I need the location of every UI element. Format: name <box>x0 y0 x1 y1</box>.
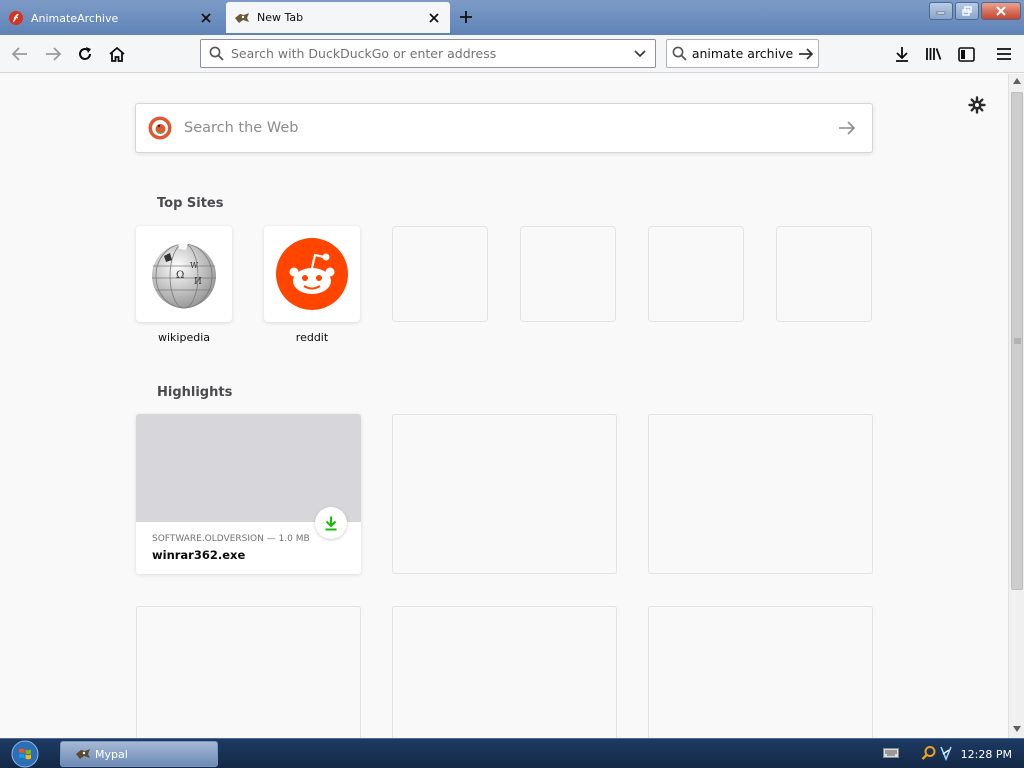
restore-button[interactable] <box>955 2 979 20</box>
reddit-logo-icon <box>276 238 348 310</box>
tab-animatearchive[interactable]: AnimateArchive <box>0 3 222 33</box>
sidebar-button[interactable] <box>952 40 980 68</box>
minimize-icon <box>936 11 946 15</box>
download-icon <box>315 507 347 539</box>
taskbar-app-label: Mypal <box>95 747 128 761</box>
highlight-empty-slot <box>392 414 617 574</box>
top-site-empty-slot[interactable] <box>520 226 616 322</box>
hamburger-menu-icon <box>997 48 1011 60</box>
svg-text:И: И <box>194 277 202 287</box>
home-icon <box>109 46 125 62</box>
highlight-thumbnail <box>136 414 361 522</box>
title-bar: AnimateArchive New Tab <box>0 0 1024 35</box>
highlight-empty-slot <box>136 606 361 738</box>
forward-arrow-icon <box>46 47 62 61</box>
downloads-button[interactable] <box>888 40 916 68</box>
back-arrow-icon <box>11 47 27 61</box>
scrollbar-thumb[interactable] <box>1011 92 1023 590</box>
library-button[interactable] <box>920 40 948 68</box>
new-tab-button[interactable] <box>454 5 478 29</box>
search-tray-icon[interactable] <box>921 745 937 764</box>
scroll-up-icon[interactable] <box>1013 78 1021 84</box>
reload-icon <box>79 47 91 60</box>
search-query[interactable]: animate archive <box>692 46 793 61</box>
flash-icon <box>8 10 24 26</box>
wikipedia-globe-icon: Ω W И <box>152 242 216 309</box>
gear-icon <box>968 96 986 114</box>
svg-text:W: W <box>190 261 199 270</box>
taskbar: Mypal 12:28 PM <box>0 738 1024 768</box>
mypal-icon <box>76 749 90 759</box>
restore-icon <box>962 6 972 16</box>
start-button[interactable] <box>8 739 42 768</box>
keyboard-icon[interactable] <box>882 747 899 761</box>
highlight-empty-slot <box>648 606 873 738</box>
sidebar-icon <box>957 46 975 62</box>
top-site-empty-slot[interactable] <box>648 226 744 322</box>
duckduckgo-icon <box>136 104 184 152</box>
tab-new-tab[interactable]: New Tab <box>226 2 450 33</box>
home-button[interactable] <box>103 40 131 68</box>
top-site-reddit[interactable] <box>264 226 360 322</box>
chevron-down-icon[interactable] <box>625 40 655 67</box>
highlight-empty-slot <box>392 606 617 738</box>
navigation-toolbar: animate archive <box>0 35 1024 73</box>
top-site-label: wikipedia <box>157 331 210 344</box>
reload-button[interactable] <box>71 40 99 68</box>
scroll-down-icon[interactable] <box>1013 726 1021 732</box>
library-icon <box>926 48 942 60</box>
top-site-wikipedia[interactable]: Ω W И <box>136 226 232 322</box>
vertical-scrollbar[interactable] <box>1008 74 1024 738</box>
highlight-filename: winrar362.exe <box>152 548 246 562</box>
grip-icon <box>1014 338 1021 344</box>
window-controls <box>929 2 1021 20</box>
back-button[interactable] <box>6 40 34 68</box>
taskbar-clock[interactable]: 12:28 PM <box>961 748 1012 761</box>
close-tab-icon[interactable] <box>424 8 444 28</box>
highlight-empty-slot <box>648 414 873 574</box>
system-tray: 12:28 PM <box>882 739 1024 768</box>
top-sites-heading: Top Sites <box>157 196 224 211</box>
page-settings-button[interactable] <box>966 94 988 116</box>
windows-start-icon <box>11 740 39 768</box>
go-arrow-icon[interactable] <box>793 40 818 67</box>
mypal-icon <box>234 10 250 26</box>
svg-text:Ω: Ω <box>176 270 184 281</box>
plus-icon <box>460 11 472 23</box>
top-site-empty-slot[interactable] <box>392 226 488 322</box>
top-site-label: reddit <box>295 331 329 344</box>
search-icon <box>667 40 692 67</box>
new-tab-page: Top Sites Ω W И wikipedia reddit <box>0 74 1008 738</box>
top-site-empty-slot[interactable] <box>776 226 872 322</box>
tab-title: New Tab <box>257 11 304 24</box>
close-tab-icon[interactable] <box>196 8 216 28</box>
highlight-source: SOFTWARE.OLDVERSION — 1.0 MB <box>152 534 310 544</box>
menu-button[interactable] <box>990 40 1018 68</box>
search-bar[interactable]: animate archive <box>666 39 819 68</box>
search-submit-arrow-icon[interactable] <box>822 104 872 152</box>
taskbar-app-mypal[interactable]: Mypal <box>60 741 218 767</box>
network-icon[interactable] <box>939 745 953 764</box>
download-icon <box>896 46 908 62</box>
highlights-heading: Highlights <box>157 385 233 400</box>
url-input[interactable] <box>231 40 625 67</box>
minimize-button[interactable] <box>929 2 953 20</box>
web-search-box[interactable] <box>135 103 873 153</box>
search-icon <box>201 40 231 67</box>
close-window-button[interactable] <box>981 2 1021 20</box>
highlight-card-download[interactable]: SOFTWARE.OLDVERSION — 1.0 MB winrar362.e… <box>136 414 361 574</box>
forward-button[interactable] <box>39 40 67 68</box>
tab-title: AnimateArchive <box>31 11 119 25</box>
web-search-input[interactable] <box>184 104 822 152</box>
close-icon <box>996 6 1006 16</box>
url-bar[interactable] <box>200 39 656 68</box>
